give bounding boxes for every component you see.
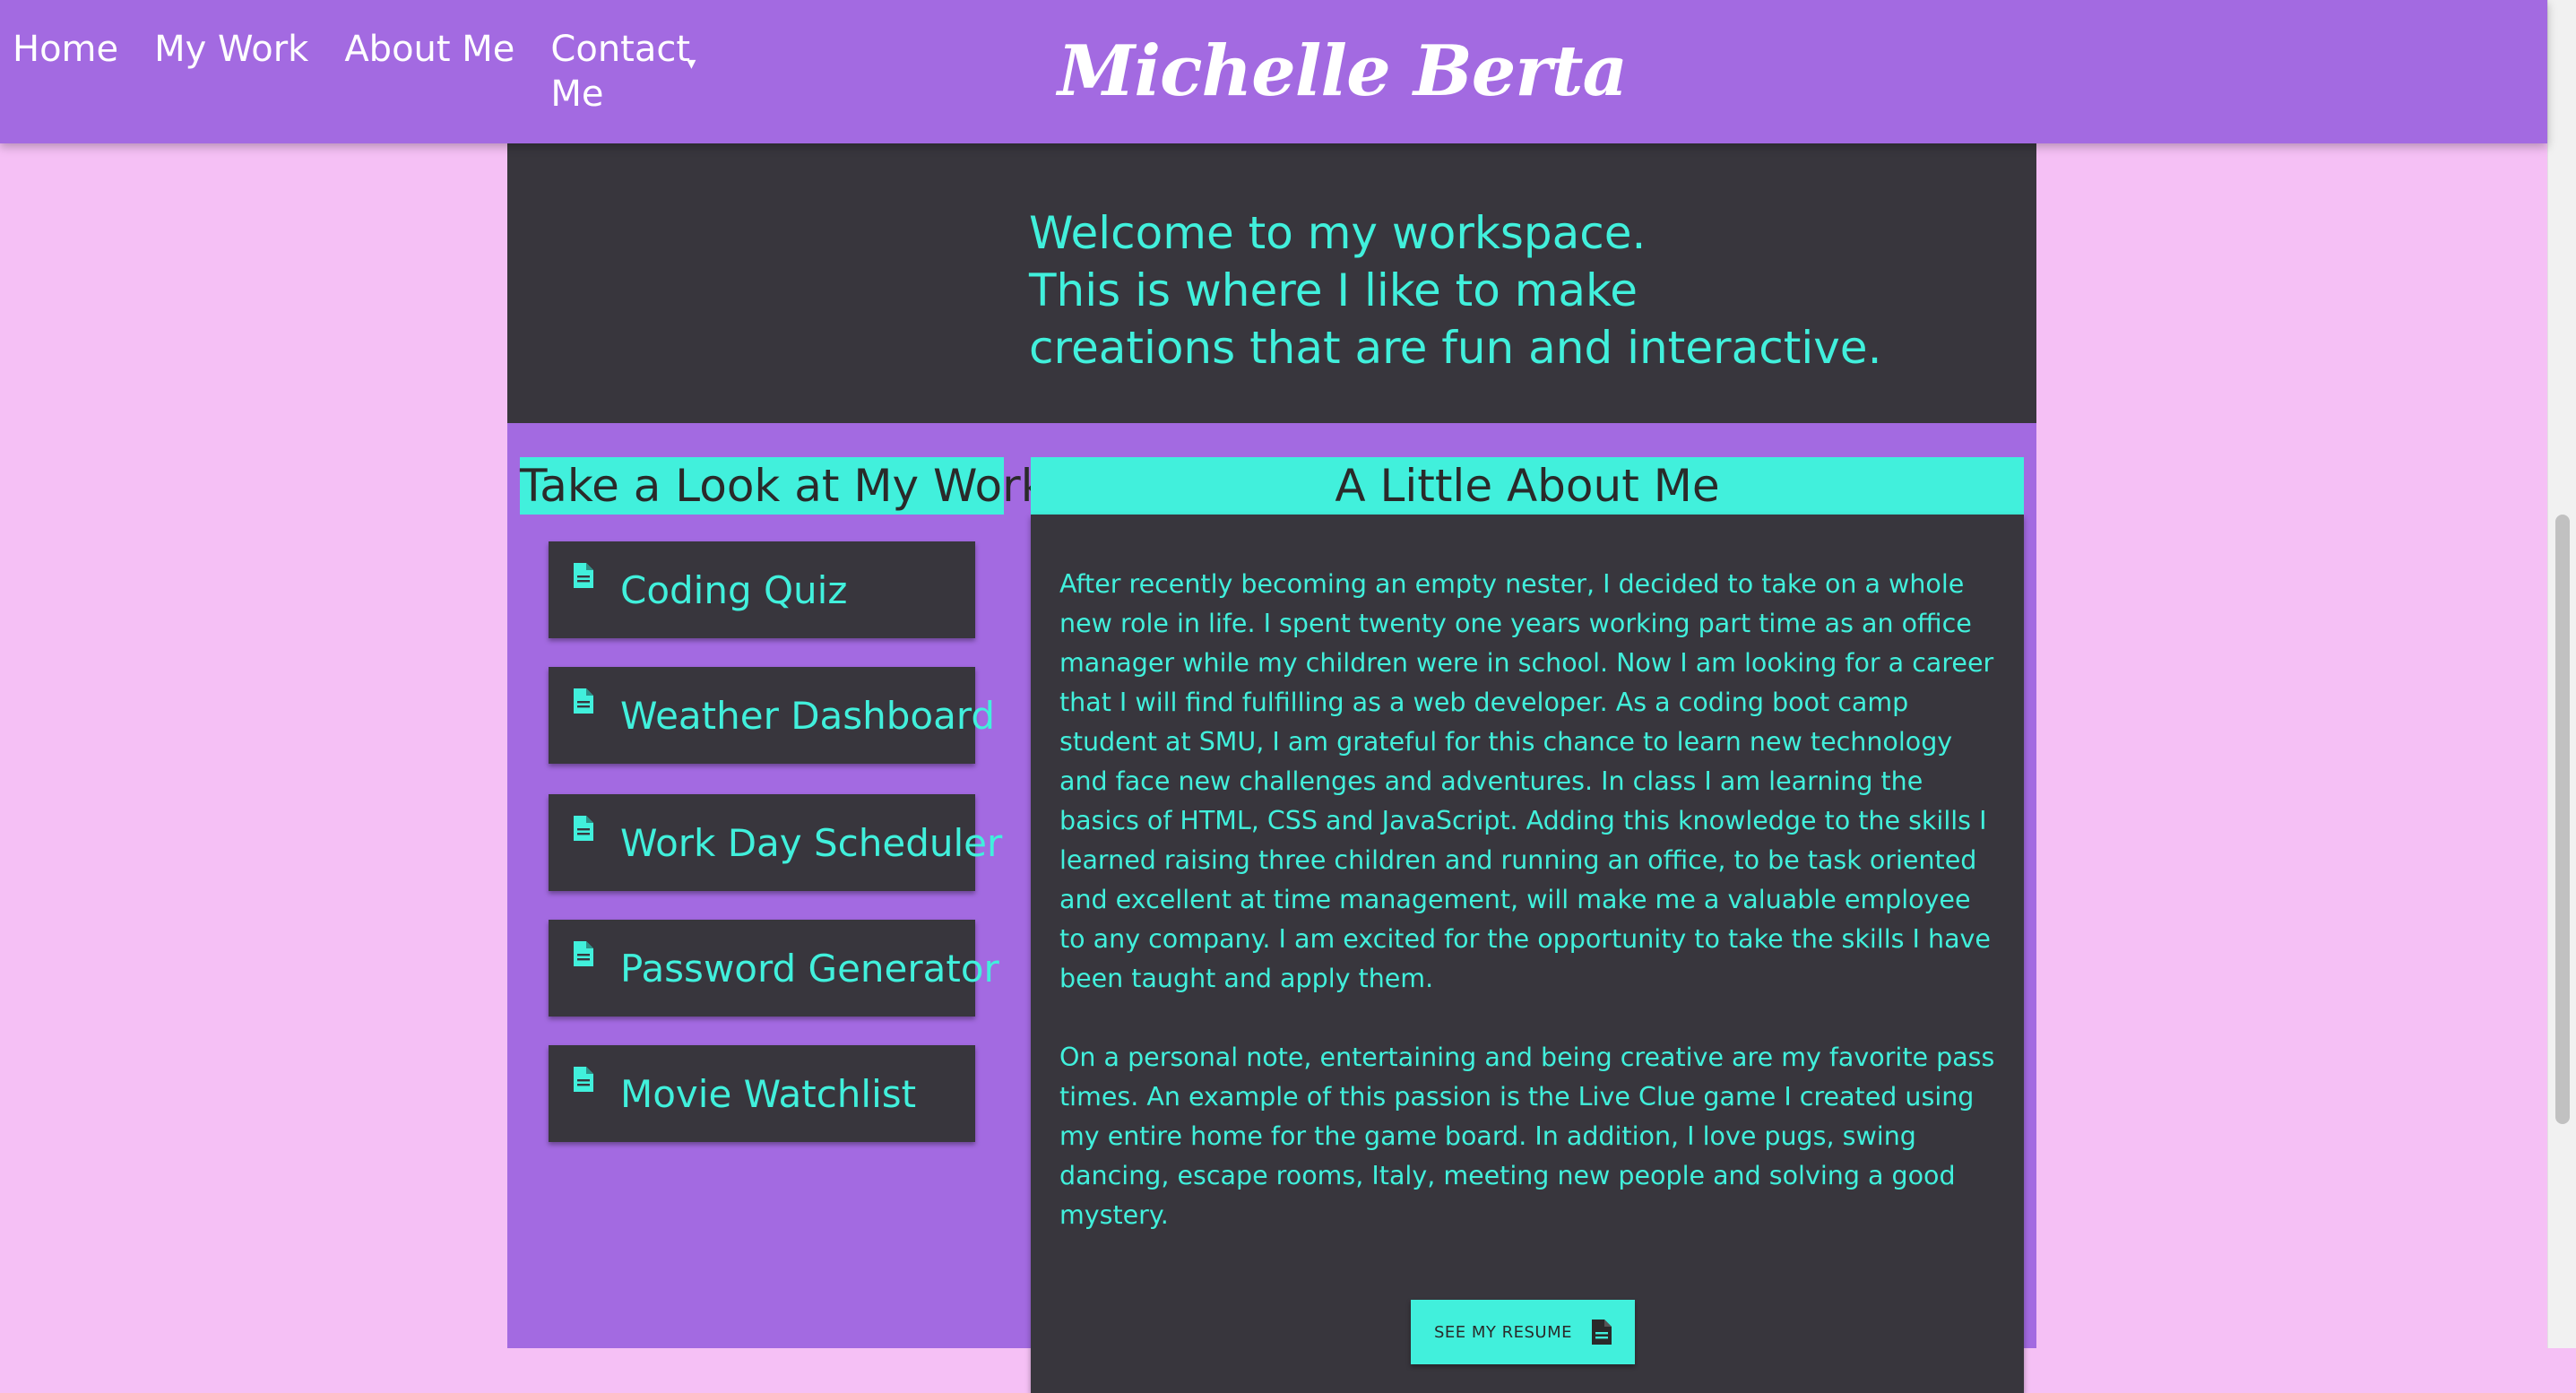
about-card: After recently becoming an empty nester,… [1031, 515, 2024, 1393]
top-navbar: Home My Work About Me Contact Me ▾ Miche… [0, 0, 2547, 143]
caret-down-icon[interactable]: ▾ [687, 52, 696, 74]
work-card-work-day-scheduler[interactable]: Work Day Scheduler [549, 794, 1002, 891]
about-text: After recently becoming an empty nester,… [1059, 565, 1999, 1275]
hero-line: Welcome to my workspace. [1029, 207, 1647, 259]
hero-banner: Welcome to my workspace. This is where I… [507, 143, 2036, 423]
work-card-label: Weather Dashboard [620, 694, 996, 738]
work-card-label: Coding Quiz [620, 568, 848, 612]
vertical-scrollbar[interactable] [2547, 0, 2576, 1348]
nav-link-contact-me[interactable]: Contact Me [550, 27, 690, 117]
document-icon [574, 1067, 593, 1092]
see-resume-button[interactable]: SEE MY RESUME [1411, 1300, 1635, 1364]
work-card-weather-dashboard[interactable]: Weather Dashboard [549, 667, 995, 764]
document-icon [1592, 1319, 1612, 1345]
hero-line: creations that are fun and interactive. [1029, 322, 1882, 374]
document-icon [574, 688, 593, 714]
nav-link-home[interactable]: Home [13, 27, 118, 72]
work-card-movie-watchlist[interactable]: Movie Watchlist [549, 1045, 975, 1142]
hero-text: Welcome to my workspace. This is where I… [1029, 204, 1881, 376]
document-icon [574, 563, 593, 588]
nav-link-my-work[interactable]: My Work [154, 27, 308, 72]
about-paragraph: On a personal note, entertaining and bei… [1059, 1043, 1995, 1230]
hero-line: This is where I like to make [1029, 264, 1638, 316]
site-brand[interactable]: Michelle Berta [1058, 27, 1628, 117]
nav-links: Home My Work About Me Contact Me ▾ [13, 27, 696, 117]
main-content: Welcome to my workspace. This is where I… [507, 143, 2036, 1393]
about-paragraph: After recently becoming an empty nester,… [1059, 569, 1994, 993]
work-card-label: Work Day Scheduler [620, 821, 1003, 865]
nav-link-about-me[interactable]: About Me [344, 27, 514, 72]
work-card-label: Movie Watchlist [620, 1072, 917, 1116]
document-icon [574, 941, 593, 966]
about-section-title: A Little About Me [1031, 457, 2024, 515]
scrollbar-thumb[interactable] [2555, 515, 2570, 1124]
resume-button-label: SEE MY RESUME [1433, 1322, 1573, 1342]
work-card-coding-quiz[interactable]: Coding Quiz [549, 541, 975, 638]
document-icon [574, 816, 593, 841]
work-card-label: Password Generator [620, 947, 999, 991]
work-card-password-generator[interactable]: Password Generator [549, 920, 999, 1017]
work-section-title: Take a Look at My Work [520, 457, 1047, 515]
